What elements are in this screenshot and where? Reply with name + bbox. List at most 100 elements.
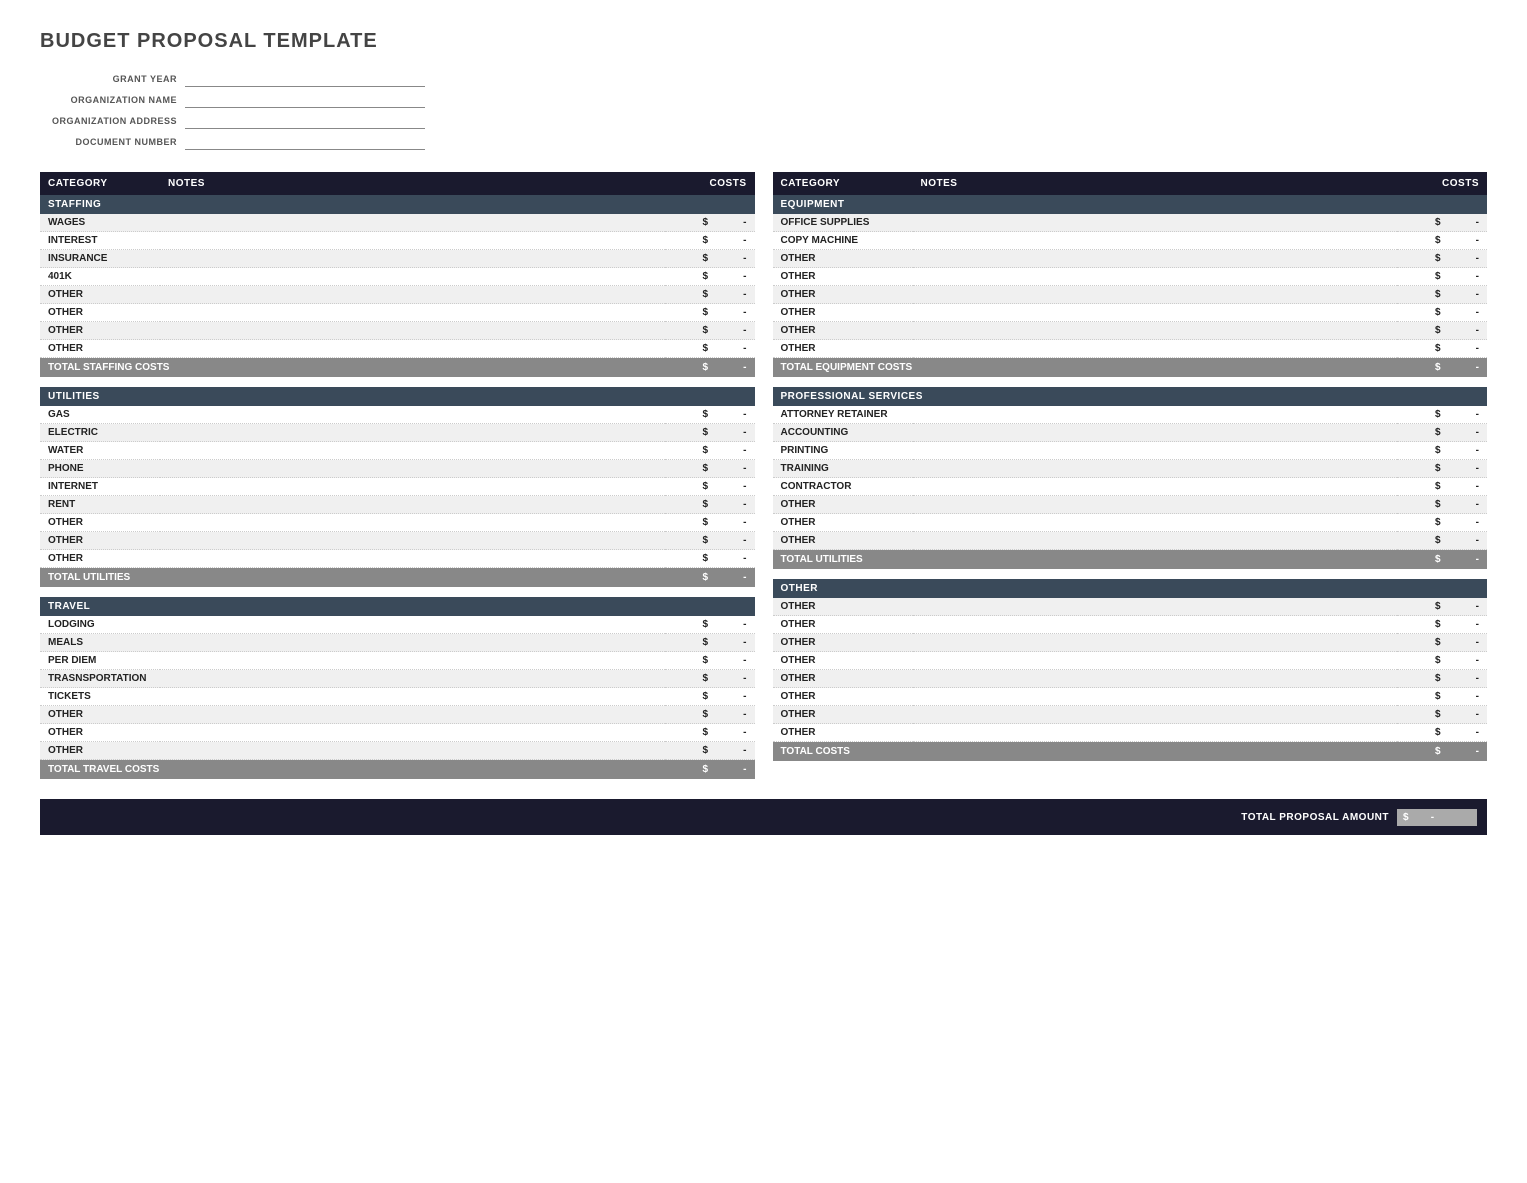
costs-cell[interactable]: $ - [665, 250, 755, 268]
notes-cell[interactable] [160, 322, 665, 340]
costs-cell[interactable]: $ - [665, 688, 755, 706]
costs-cell[interactable]: $ - [1397, 616, 1487, 634]
notes-cell[interactable] [913, 496, 1398, 514]
notes-cell[interactable] [160, 514, 665, 532]
form-input-document-number[interactable] [185, 134, 425, 150]
notes-cell[interactable] [160, 532, 665, 550]
notes-cell[interactable] [160, 724, 665, 742]
notes-cell[interactable] [160, 406, 665, 424]
costs-cell[interactable]: $ - [665, 616, 755, 634]
notes-cell[interactable] [913, 652, 1398, 670]
form-input-organization-name[interactable] [185, 92, 425, 108]
costs-cell[interactable]: $ - [1397, 514, 1487, 532]
notes-cell[interactable] [160, 460, 665, 478]
costs-cell[interactable]: $ - [1397, 406, 1487, 424]
costs-cell[interactable]: $ - [665, 424, 755, 442]
costs-cell[interactable]: $ - [665, 514, 755, 532]
notes-cell[interactable] [160, 286, 665, 304]
costs-cell[interactable]: $ - [665, 496, 755, 514]
costs-cell[interactable]: $ - [665, 268, 755, 286]
notes-cell[interactable] [160, 742, 665, 760]
notes-cell[interactable] [913, 286, 1398, 304]
notes-cell[interactable] [913, 214, 1398, 232]
notes-cell[interactable] [160, 340, 665, 358]
costs-cell[interactable]: $ - [1397, 598, 1487, 616]
costs-cell[interactable]: $ - [1397, 424, 1487, 442]
notes-cell[interactable] [160, 214, 665, 232]
costs-cell[interactable]: $ - [665, 406, 755, 424]
notes-cell[interactable] [913, 268, 1398, 286]
notes-cell[interactable] [913, 322, 1398, 340]
costs-cell[interactable]: $ - [1397, 496, 1487, 514]
notes-cell[interactable] [160, 250, 665, 268]
costs-cell[interactable]: $ - [1397, 706, 1487, 724]
notes-cell[interactable] [160, 550, 665, 568]
costs-cell[interactable]: $ - [1397, 460, 1487, 478]
notes-cell[interactable] [913, 250, 1398, 268]
notes-cell[interactable] [160, 634, 665, 652]
costs-cell[interactable]: $ - [665, 232, 755, 250]
notes-cell[interactable] [913, 598, 1398, 616]
costs-cell[interactable]: $ - [1397, 532, 1487, 550]
notes-cell[interactable] [160, 496, 665, 514]
notes-cell[interactable] [913, 406, 1398, 424]
costs-cell[interactable]: $ - [665, 286, 755, 304]
costs-cell[interactable]: $ - [665, 550, 755, 568]
notes-cell[interactable] [160, 424, 665, 442]
costs-cell[interactable]: $ - [665, 634, 755, 652]
notes-cell[interactable] [913, 460, 1398, 478]
costs-cell[interactable]: $ - [1397, 322, 1487, 340]
notes-cell[interactable] [913, 424, 1398, 442]
notes-cell[interactable] [160, 688, 665, 706]
costs-cell[interactable]: $ - [665, 724, 755, 742]
costs-cell[interactable]: $ - [665, 706, 755, 724]
notes-cell[interactable] [160, 478, 665, 496]
notes-cell[interactable] [913, 340, 1398, 358]
notes-cell[interactable] [913, 478, 1398, 496]
notes-cell[interactable] [913, 616, 1398, 634]
costs-cell[interactable]: $ - [1397, 688, 1487, 706]
notes-cell[interactable] [913, 688, 1398, 706]
costs-cell[interactable]: $ - [1397, 634, 1487, 652]
costs-cell[interactable]: $ - [665, 442, 755, 460]
form-input-grant-year[interactable] [185, 71, 425, 87]
notes-cell[interactable] [913, 532, 1398, 550]
notes-cell[interactable] [913, 442, 1398, 460]
notes-cell[interactable] [160, 268, 665, 286]
costs-cell[interactable]: $ - [1397, 442, 1487, 460]
costs-cell[interactable]: $ - [1397, 304, 1487, 322]
costs-cell[interactable]: $ - [1397, 268, 1487, 286]
notes-cell[interactable] [160, 706, 665, 724]
notes-cell[interactable] [913, 514, 1398, 532]
notes-cell[interactable] [913, 634, 1398, 652]
notes-cell[interactable] [913, 304, 1398, 322]
costs-cell[interactable]: $ - [665, 478, 755, 496]
costs-cell[interactable]: $ - [665, 304, 755, 322]
notes-cell[interactable] [913, 670, 1398, 688]
costs-cell[interactable]: $ - [665, 340, 755, 358]
notes-cell[interactable] [160, 232, 665, 250]
notes-cell[interactable] [160, 616, 665, 634]
notes-cell[interactable] [913, 232, 1398, 250]
notes-cell[interactable] [160, 442, 665, 460]
costs-cell[interactable]: $ - [1397, 286, 1487, 304]
notes-cell[interactable] [160, 304, 665, 322]
costs-cell[interactable]: $ - [1397, 670, 1487, 688]
notes-cell[interactable] [160, 652, 665, 670]
notes-cell[interactable] [160, 670, 665, 688]
costs-cell[interactable]: $ - [665, 322, 755, 340]
costs-cell[interactable]: $ - [665, 670, 755, 688]
costs-cell[interactable]: $ - [1397, 250, 1487, 268]
costs-cell[interactable]: $ - [1397, 724, 1487, 742]
costs-cell[interactable]: $ - [1397, 232, 1487, 250]
notes-cell[interactable] [913, 724, 1398, 742]
costs-cell[interactable]: $ - [1397, 652, 1487, 670]
form-input-organization-address[interactable] [185, 113, 425, 129]
costs-cell[interactable]: $ - [1397, 214, 1487, 232]
costs-cell[interactable]: $ - [665, 214, 755, 232]
costs-cell[interactable]: $ - [665, 460, 755, 478]
costs-cell[interactable]: $ - [665, 532, 755, 550]
costs-cell[interactable]: $ - [1397, 478, 1487, 496]
costs-cell[interactable]: $ - [665, 742, 755, 760]
notes-cell[interactable] [913, 706, 1398, 724]
